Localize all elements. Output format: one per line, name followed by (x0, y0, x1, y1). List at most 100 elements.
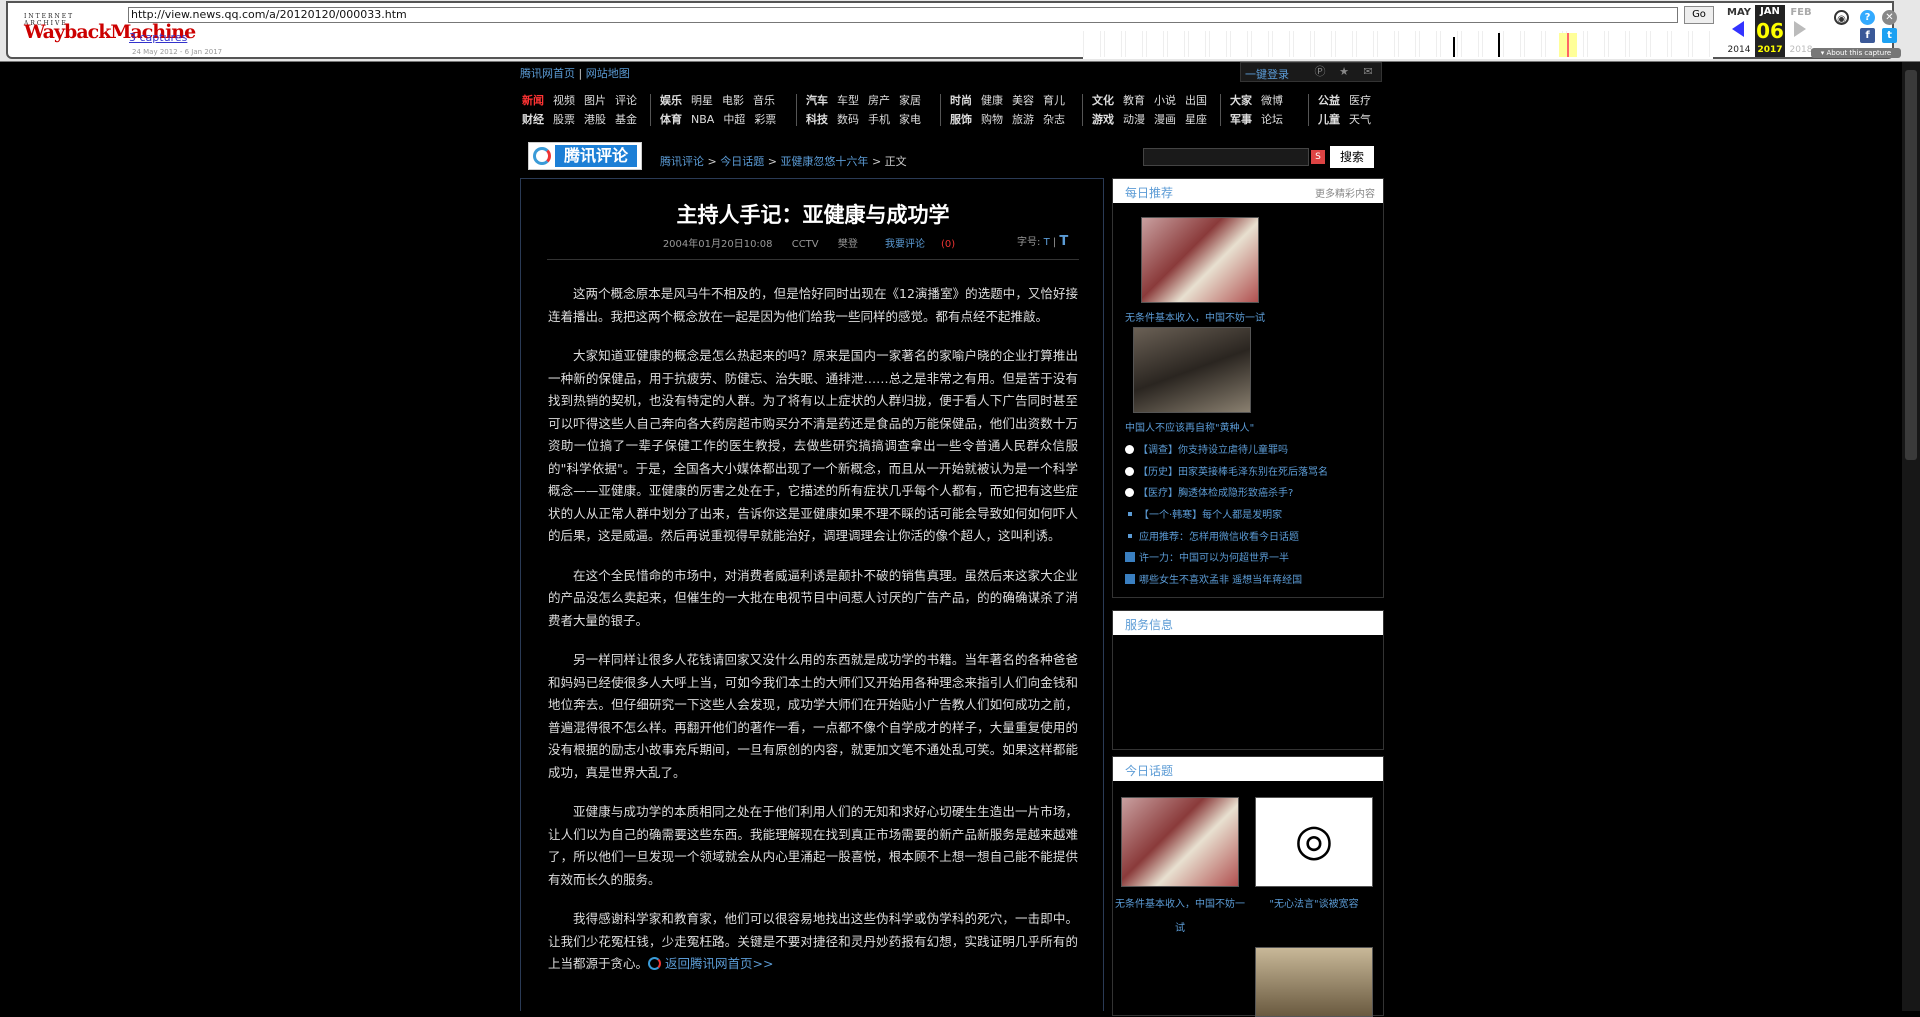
sparkline-year-cell[interactable] (1461, 31, 1479, 57)
eye-crossed-icon[interactable]: ◎ (1255, 797, 1373, 887)
nav-link[interactable]: 新闻 (522, 92, 544, 108)
nav-link[interactable]: 漫画 (1154, 111, 1176, 127)
facebook-icon[interactable]: f (1860, 28, 1875, 43)
wayback-sparkline[interactable] (1083, 31, 1713, 59)
sparkline-year-cell[interactable] (1272, 31, 1290, 57)
help-icon[interactable]: ? (1860, 10, 1875, 25)
nav-link[interactable]: 数码 (837, 111, 859, 127)
wayback-go-button[interactable]: Go (1684, 6, 1714, 24)
back-home-link[interactable]: 返回腾讯网首页>> (665, 956, 773, 971)
sparkline-year-cell[interactable] (1398, 31, 1416, 57)
nav-link[interactable]: 小说 (1154, 92, 1176, 108)
recommend-list-item[interactable]: 【一个·韩寒】每个人都是发明家 (1125, 506, 1375, 528)
nav-link[interactable]: 服饰 (950, 111, 972, 127)
sparkline-year-cell[interactable] (1377, 31, 1395, 57)
sparkline-year-cell[interactable] (1146, 31, 1164, 57)
nav-link[interactable]: 公益 (1318, 92, 1340, 108)
recommend-caption[interactable]: 无条件基本收入，中国不妨一试 (1125, 309, 1265, 324)
history-photo-thumbnail[interactable] (1133, 327, 1251, 413)
nav-link[interactable]: 娱乐 (660, 92, 682, 108)
close-icon[interactable]: ✕ (1882, 10, 1897, 25)
sparkline-year-cell[interactable] (1083, 31, 1101, 57)
sparkline-year-cell[interactable] (1440, 31, 1458, 57)
nav-link[interactable]: 儿童 (1318, 111, 1340, 127)
about-capture-button[interactable]: ▾ About this capture (1811, 48, 1901, 58)
wayback-url-input[interactable]: http://view.news.qq.com/a/20120120/00003… (128, 7, 1678, 23)
nav-link[interactable]: 视频 (553, 92, 575, 108)
nav-link[interactable]: 汽车 (806, 92, 828, 108)
nav-link[interactable]: 彩票 (754, 111, 776, 127)
sparkline-year-cell[interactable] (1629, 31, 1647, 57)
wayback-captures-link[interactable]: 3 captures (129, 31, 187, 44)
search-input[interactable] (1143, 148, 1309, 166)
twitter-icon[interactable]: t (1882, 28, 1897, 43)
user-icon[interactable]: ◉ (1834, 10, 1849, 25)
nav-link[interactable]: NBA (691, 113, 714, 126)
nav-link[interactable]: 基金 (615, 111, 637, 127)
nav-link[interactable]: 评论 (615, 92, 637, 108)
sparkline-year-cell[interactable] (1125, 31, 1143, 57)
calendar-prev-year[interactable]: 2014 (1724, 45, 1754, 55)
recommend-list-item[interactable]: 应用推荐：怎样用微信收看今日话题 (1125, 528, 1375, 550)
breadcrumb-item[interactable]: 今日话题 (720, 155, 764, 168)
money-thumbnail[interactable] (1141, 217, 1259, 303)
sparkline-year-cell[interactable] (1587, 31, 1605, 57)
today-caption[interactable]: "无心法言"谈被宽容 (1255, 893, 1373, 917)
sparkline-year-cell[interactable] (1230, 31, 1248, 57)
more-link[interactable]: 更多精彩内容 (1315, 185, 1375, 200)
sparkline-year-cell[interactable] (1356, 31, 1374, 57)
nav-link[interactable]: 家居 (899, 92, 921, 108)
qq-comment-logo[interactable]: 腾讯评论 (528, 142, 642, 170)
nav-link[interactable]: 育儿 (1043, 92, 1065, 108)
nav-link[interactable]: 股票 (553, 111, 575, 127)
search-button[interactable]: 搜索 (1330, 146, 1374, 168)
recommend-list-item[interactable]: 许一力：中国可以为何超世界一半 (1125, 549, 1375, 571)
sparkline-year-cell[interactable] (1692, 31, 1710, 57)
nav-link[interactable]: 文化 (1092, 92, 1114, 108)
nav-link[interactable]: 明星 (691, 92, 713, 108)
nav-link[interactable]: 港股 (584, 111, 606, 127)
sparkline-year-cell[interactable] (1650, 31, 1668, 57)
sparkline-year-cell[interactable] (1314, 31, 1332, 57)
calendar-prev-month[interactable]: MAY (1724, 7, 1754, 18)
sparkline-year-cell[interactable] (1104, 31, 1122, 57)
login-button[interactable]: 一键登录 (1245, 66, 1289, 82)
sparkline-year-cell[interactable] (1524, 31, 1542, 57)
sitemap-link[interactable]: 网站地图 (586, 67, 630, 80)
nav-link[interactable]: 财经 (522, 111, 544, 127)
nav-link[interactable]: 时尚 (950, 92, 972, 108)
nav-link[interactable]: 购物 (981, 111, 1003, 127)
home-link[interactable]: 腾讯网首页 (520, 67, 575, 80)
nav-link[interactable]: 动漫 (1123, 111, 1145, 127)
nav-link[interactable]: 中超 (723, 111, 745, 127)
nav-link[interactable]: 手机 (868, 111, 890, 127)
nav-link[interactable]: 游戏 (1092, 111, 1114, 127)
nav-link[interactable]: 体育 (660, 111, 682, 127)
recommend-list-item[interactable]: 【医疗】胸透体检成隐形致癌杀手? (1125, 484, 1375, 506)
sparkline-year-cell[interactable] (1335, 31, 1353, 57)
wayback-logo[interactable]: INTERNET ARCHIVE WaybackMachine (18, 9, 196, 49)
nav-link[interactable]: 医疗 (1349, 92, 1371, 108)
recommend-list-item[interactable]: 【历史】田家英接棒毛泽东别在死后落骂名 (1125, 463, 1375, 485)
sparkline-year-cell[interactable] (1503, 31, 1521, 57)
nav-link[interactable]: 科技 (806, 111, 828, 127)
weibo-icon[interactable]: Ⓟ (1313, 65, 1327, 79)
nav-link[interactable]: 音乐 (753, 92, 775, 108)
recommend-list-item[interactable]: 哪些女生不喜欢孟非 遥想当年蒋经国 (1125, 571, 1375, 593)
recommend-list-item[interactable]: 【调查】你支持设立虐待儿童罪吗 (1125, 441, 1375, 463)
breadcrumb-item[interactable]: 腾讯评论 (660, 155, 704, 168)
nav-link[interactable]: 教育 (1123, 92, 1145, 108)
nav-link[interactable]: 旅游 (1012, 111, 1034, 127)
comment-link[interactable]: 我要评论 (0) (877, 239, 963, 250)
nav-link[interactable]: 车型 (837, 92, 859, 108)
nav-link[interactable]: 天气 (1349, 111, 1371, 127)
font-small-button[interactable]: T (1044, 237, 1050, 248)
nav-link[interactable]: 星座 (1185, 111, 1207, 127)
recommend-caption[interactable]: 中国人不应该再自称"黄种人" (1125, 419, 1254, 434)
sparkline-year-cell[interactable] (1209, 31, 1227, 57)
sparkline-year-cell[interactable] (1293, 31, 1311, 57)
nav-link[interactable]: 大家 (1230, 92, 1252, 108)
calendar-prev-arrow-icon[interactable] (1732, 21, 1744, 37)
mail-icon[interactable]: ✉ (1361, 65, 1375, 79)
star-icon[interactable]: ★ (1337, 65, 1351, 79)
